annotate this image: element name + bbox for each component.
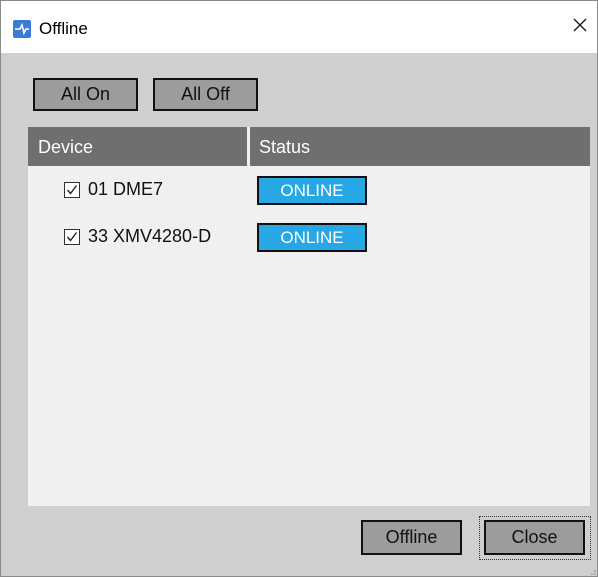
offline-dialog: Offline All On All Off Device Status 01 … <box>0 0 598 577</box>
device-checkbox[interactable] <box>64 182 80 198</box>
column-header-status[interactable]: Status <box>259 127 310 166</box>
all-on-button[interactable]: All On <box>33 78 138 111</box>
offline-button[interactable]: Offline <box>361 520 462 555</box>
title-bar[interactable]: Offline <box>1 1 597 53</box>
device-name: 33 XMV4280-D <box>88 226 212 246</box>
device-name: 01 DME7 <box>88 179 164 199</box>
close-button[interactable]: Close <box>484 520 585 555</box>
resize-grip-icon[interactable] <box>587 566 597 576</box>
device-checkbox[interactable] <box>64 229 80 245</box>
status-badge: ONLINE <box>257 223 367 252</box>
window-title: Offline <box>39 19 88 38</box>
column-divider[interactable] <box>247 127 250 166</box>
status-badge: ONLINE <box>257 176 367 205</box>
column-header-device[interactable]: Device <box>38 127 93 166</box>
table-row: 01 DME7 ONLINE <box>28 176 590 206</box>
device-table: Device Status 01 DME7 ONLINE 33 XMV4280-… <box>28 127 590 506</box>
all-off-button[interactable]: All Off <box>153 78 258 111</box>
table-row: 33 XMV4280-D ONLINE <box>28 223 590 253</box>
app-logo-icon <box>13 20 31 38</box>
table-header: Device Status <box>28 127 590 166</box>
close-icon[interactable] <box>569 15 591 37</box>
